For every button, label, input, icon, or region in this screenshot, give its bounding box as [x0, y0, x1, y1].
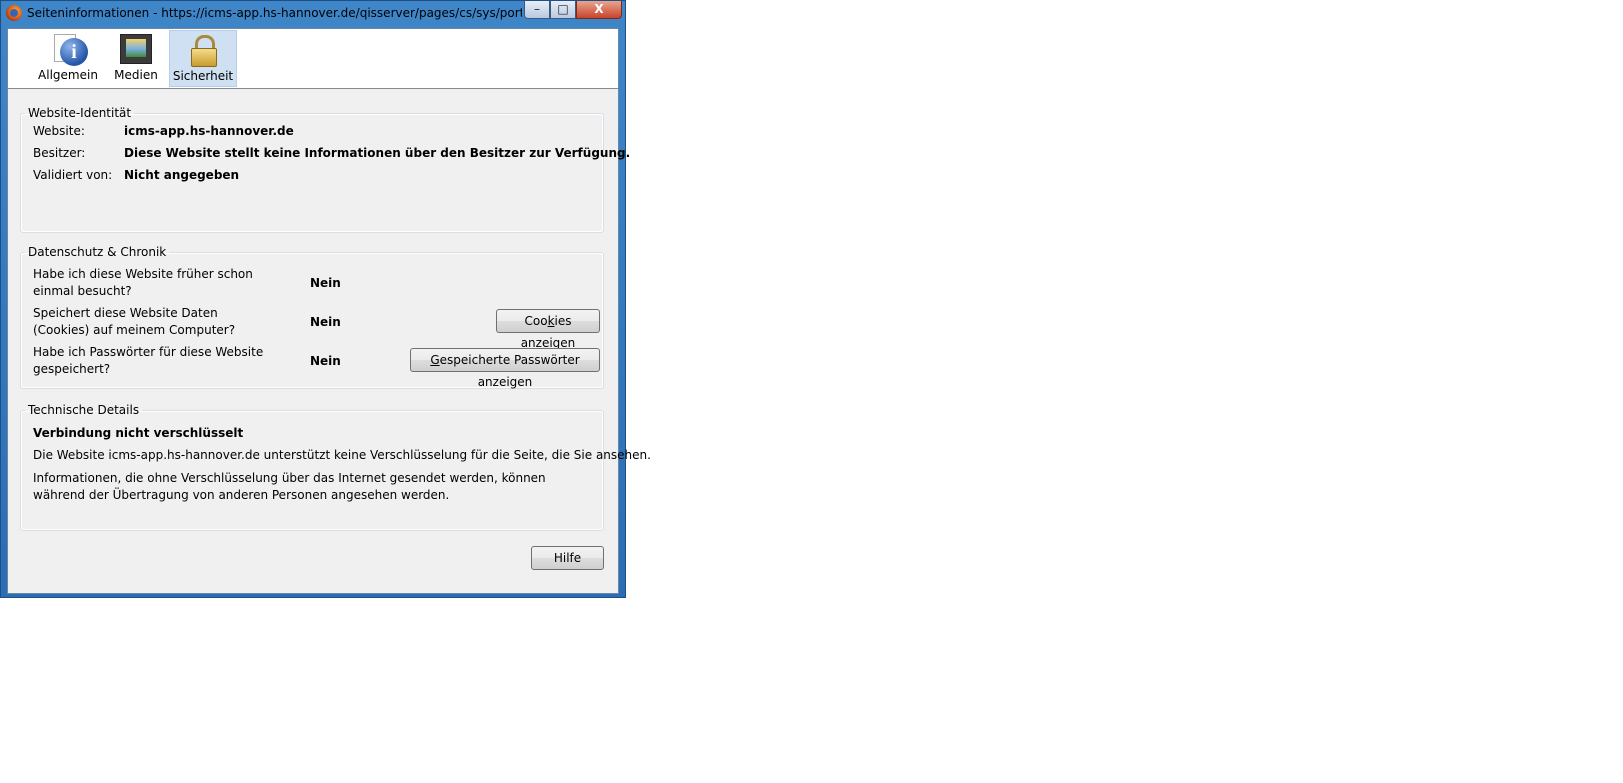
- tab-medien-label: Medien: [114, 68, 158, 82]
- maximize-button[interactable]: □: [550, 1, 576, 19]
- dialog-content: i Allgemein Medien Sicherheit Website-Id…: [7, 28, 651, 594]
- minimize-button[interactable]: –: [524, 1, 550, 19]
- tab-medien[interactable]: Medien: [105, 30, 167, 87]
- passwords-question: Habe ich Passwörter für diese Website ge…: [33, 345, 264, 376]
- verified-value: Nicht angegeben: [124, 168, 240, 182]
- owner-label: Besitzer:: [33, 146, 86, 160]
- help-button[interactable]: Hilfe: [531, 546, 604, 570]
- website-identity-legend: Website-Identität: [28, 106, 132, 120]
- title-bar[interactable]: Seiteninformationen - https://icms-app.h…: [1, 1, 625, 27]
- website-label: Website:: [33, 124, 85, 138]
- encryption-line-1: Die Website icms-app.hs-hannover.de unte…: [33, 448, 651, 462]
- passwords-answer: Nein: [310, 354, 341, 368]
- info-icon: i: [52, 34, 88, 66]
- technical-details-legend: Technische Details: [28, 403, 140, 417]
- verified-label: Validiert von:: [33, 168, 113, 182]
- window-title: Seiteninformationen - https://icms-app.h…: [27, 6, 522, 20]
- lock-icon: [187, 35, 219, 67]
- website-value: icms-app.hs-hannover.de: [124, 124, 294, 138]
- tab-allgemein[interactable]: i Allgemein: [36, 30, 100, 87]
- media-icon: [120, 34, 152, 64]
- toolbar: i Allgemein Medien Sicherheit: [8, 29, 618, 89]
- encryption-line-2: Informationen, die ohne Verschlüsselung …: [33, 471, 546, 502]
- show-cookies-button[interactable]: Cookies anzeigen: [496, 309, 600, 350]
- visited-answer: Nein: [310, 276, 341, 290]
- cookies-answer: Nein: [310, 315, 341, 329]
- firefox-icon: [6, 5, 22, 21]
- technical-details-group: Technische Details: [20, 403, 604, 531]
- privacy-history-legend: Datenschutz & Chronik: [28, 245, 167, 259]
- cookies-question: Speichert diese Website Daten (Cookies) …: [33, 306, 236, 337]
- tab-sicherheit[interactable]: Sicherheit: [169, 30, 237, 87]
- encryption-headline: Verbindung nicht verschlüsselt: [33, 426, 244, 440]
- page-info-window: Seiteninformationen - https://icms-app.h…: [0, 0, 651, 598]
- visited-question: Habe ich diese Website früher schon einm…: [33, 267, 253, 298]
- tab-sicherheit-label: Sicherheit: [172, 69, 234, 83]
- close-button[interactable]: X: [576, 1, 622, 19]
- owner-value: Diese Website stellt keine Informationen…: [124, 146, 631, 160]
- tab-allgemein-label: Allgemein: [38, 68, 98, 82]
- show-passwords-button[interactable]: Gespeicherte Passwörter anzeigen: [410, 348, 600, 389]
